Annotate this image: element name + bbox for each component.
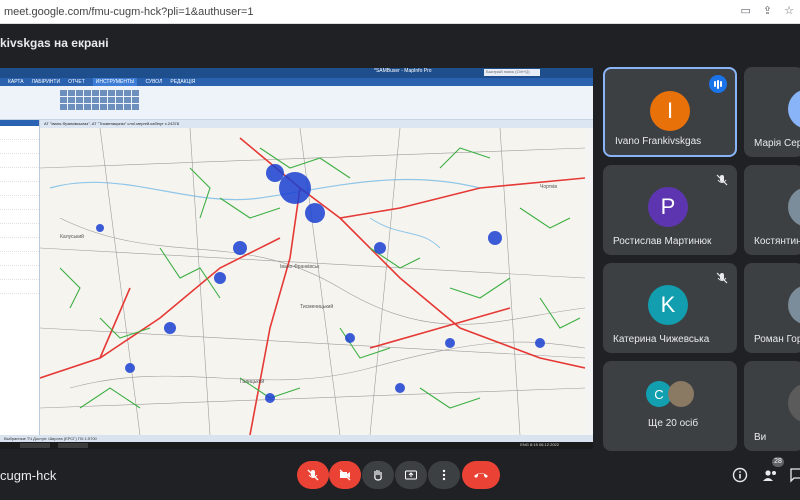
participant-tile[interactable]: P Ростислав Мартинюк — [603, 165, 737, 255]
mic-toggle-button[interactable] — [297, 461, 329, 489]
ribbon-tabs: КАРТА ЛАБІРИНТИ ОТЧЕТ ИНСТРУМЕНТЫ СУВОЛ … — [0, 78, 593, 86]
present-button[interactable] — [395, 461, 427, 489]
app-statusbar: Выбранные ТЧ Доступ: Широта (ЕРСГ) ПЧ 1:… — [0, 435, 593, 442]
windows-taskbar: ENG 8:15 06.12.2022 — [0, 442, 593, 449]
taskbar-button — [58, 443, 88, 448]
shared-screen: *SAMBuser - MapInfo Pro Быстрый поиск (C… — [0, 68, 593, 449]
app-titlebar: *SAMBuser - MapInfo Pro Быстрый поиск (C… — [0, 68, 593, 78]
present-icon — [405, 470, 417, 480]
ribbon-tab: КАРТА — [8, 79, 24, 85]
ribbon-tab: СУВОЛ — [145, 79, 163, 85]
map-label: Івано-Франківськ — [280, 264, 320, 270]
chat-button[interactable] — [784, 462, 800, 488]
more-options-button[interactable] — [428, 461, 460, 489]
address-bar-icons: ▭ ⇪ ☆ — [741, 4, 795, 17]
url-text[interactable]: meet.google.com/fmu-cugm-hck?pli=1&authu… — [4, 6, 253, 18]
browser-address-bar[interactable]: meet.google.com/fmu-cugm-hck?pli=1&authu… — [0, 0, 800, 24]
camera-toggle-button[interactable] — [329, 461, 361, 489]
avatar: I — [650, 91, 690, 131]
presenting-title: kivskgas на екрані — [0, 36, 109, 50]
avatar: P — [648, 187, 688, 227]
ribbon-tab-active: ИНСТРУМЕНТЫ — [92, 78, 138, 86]
participant-name: Костянтин — [754, 236, 800, 247]
avatar — [788, 187, 800, 227]
map-label: Галицький — [240, 378, 264, 385]
app-window-title: *SAMBuser - MapInfo Pro — [374, 68, 432, 74]
avatar — [788, 285, 800, 325]
participant-name: Ще 20 осіб — [648, 418, 699, 429]
ribbon-tab: РЕДАКЦІЯ — [170, 79, 196, 85]
map-label: Калуський — [60, 233, 84, 240]
participant-tile[interactable]: Костянтин — [744, 165, 800, 255]
avatar — [788, 89, 800, 129]
meeting-details-button[interactable] — [727, 462, 753, 488]
participant-name: Ви — [754, 432, 767, 443]
map-label: Тисменицький — [300, 303, 333, 310]
map-tab: АТ "Івано-Франківськгаз", АТ "Тисменицяг… — [40, 120, 593, 128]
participant-tile[interactable]: Роман Гор — [744, 263, 800, 353]
chat-icon — [790, 468, 800, 483]
raise-hand-button[interactable] — [362, 461, 394, 489]
taskbar-button — [20, 443, 50, 448]
hand-icon — [374, 470, 382, 481]
participant-name: Марія Сергіївна — [754, 138, 800, 149]
avatar — [788, 383, 800, 423]
taskbar-clock: ENG 8:15 06.12.2022 — [520, 442, 559, 447]
more-participants-tile[interactable]: C Ще 20 осіб — [603, 361, 737, 451]
gas-network-map: Калуський Івано-Франківськ Тисменицький … — [40, 128, 585, 435]
hangup-icon — [474, 473, 488, 478]
layer-panel — [0, 120, 40, 436]
avatar: K — [648, 285, 688, 325]
participant-tile[interactable]: I Ivano Frankivskgas — [603, 67, 737, 157]
participant-tile[interactable]: Марія Сергіївна — [744, 67, 800, 157]
share-icon[interactable]: ⇪ — [763, 4, 772, 17]
self-tile[interactable]: Ви — [744, 361, 800, 451]
ribbon-tab: ЛАБІРИНТИ — [31, 79, 61, 85]
camera-off-icon — [339, 469, 351, 481]
map-drawing: Калуський Івано-Франківськ Тисменицький … — [40, 128, 585, 435]
ribbon-button-grid — [60, 90, 139, 110]
avatar-photo — [668, 381, 694, 407]
info-icon — [732, 467, 748, 483]
mic-off-icon — [307, 469, 319, 481]
star-icon[interactable]: ☆ — [784, 4, 794, 17]
app-ribbon — [0, 86, 593, 120]
meeting-code: cugm-hck — [0, 468, 57, 483]
mic-off-icon — [716, 174, 728, 186]
app-search-field: Быстрый поиск (Ctrl+Q) — [484, 69, 540, 76]
cast-icon[interactable]: ▭ — [741, 4, 751, 17]
participant-name: Роман Гор — [754, 334, 800, 345]
leave-call-button[interactable] — [462, 461, 500, 489]
more-vert-icon — [442, 469, 446, 481]
mic-off-icon — [716, 272, 728, 284]
map-label: Чортків — [540, 184, 557, 190]
participant-name: Ivano Frankivskgas — [615, 136, 702, 147]
participant-name: Ростислав Мартинюк — [613, 236, 712, 247]
participant-count-badge: 28 — [772, 457, 784, 467]
participant-name: Катерина Чижевська — [613, 334, 710, 345]
participant-tile[interactable]: K Катерина Чижевська — [603, 263, 737, 353]
ribbon-tab: ОТЧЕТ — [68, 79, 85, 85]
speaking-indicator-icon — [709, 75, 727, 93]
people-icon — [763, 470, 776, 481]
